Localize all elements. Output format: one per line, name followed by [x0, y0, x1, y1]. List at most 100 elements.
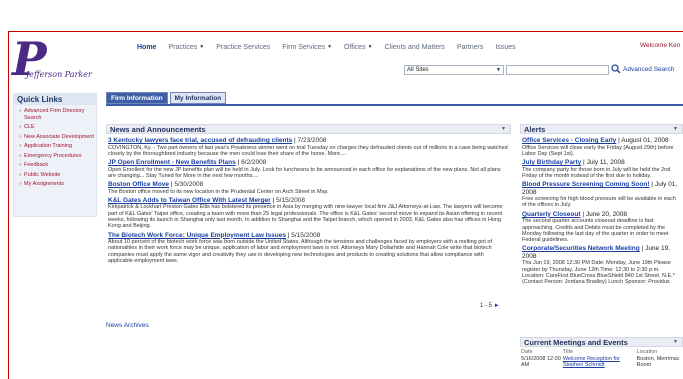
- alert-item-title[interactable]: Office Services - Closing Early: [522, 137, 616, 144]
- alert-item-body: Office Services will close early the Fri…: [522, 144, 674, 157]
- news-item-body: Kirkpatrick & Lockhart Preston Gates Ell…: [108, 204, 503, 230]
- news-item-date: 5/15/2008: [291, 231, 321, 239]
- meeting-location: Boston, Merrimac Room: [636, 356, 680, 368]
- nav-label: Issues: [495, 43, 516, 51]
- alerts-list: Office Services - Closing Early | August…: [520, 134, 683, 286]
- news-item-body: Open Enrollent for the new JP benefits p…: [108, 166, 501, 179]
- logo-text: Jefferson Parker: [26, 70, 92, 79]
- news-item-date: 5/15/2008: [276, 196, 305, 204]
- alert-item-title[interactable]: Quarterly Closeout: [522, 211, 581, 218]
- news-item: Boston Office Move | 5/30/2008 The Bosto…: [108, 181, 509, 195]
- news-item-body: COVINGTON, Ky. - Two part owners of last…: [108, 144, 508, 157]
- news-header: News and Announcements ▼: [106, 124, 511, 134]
- quick-link-item[interactable]: Application Training: [19, 143, 96, 150]
- alerts-panel: Alerts ▼ Office Services - Closing Early…: [520, 124, 683, 334]
- frame-left-border: [8, 31, 9, 379]
- news-item: JP Open Enrollment - New Benefits Plans …: [108, 159, 509, 179]
- news-item-title[interactable]: 3 Kentucky lawyers face trial, accused o…: [108, 137, 292, 144]
- caret-down-icon: ▼: [199, 44, 205, 50]
- column-header-location[interactable]: Location: [636, 348, 683, 356]
- quick-link-item[interactable]: Public Website: [19, 172, 96, 179]
- alert-item-date: June 20, 2008: [585, 210, 628, 218]
- nav-partners[interactable]: Partners: [457, 44, 483, 51]
- quick-link-item[interactable]: Emergency Procedures: [19, 153, 96, 160]
- alert-item-date: July 11, 2008: [586, 159, 625, 167]
- news-item-body: About 10 percent of the biotech work for…: [108, 239, 493, 265]
- quick-link-item[interactable]: My Assignments: [19, 181, 96, 188]
- alert-item: Quarterly Closeout | June 20, 2008 The s…: [522, 211, 681, 244]
- alert-item: July Birthday Party | July 11, 2008 The …: [522, 159, 681, 179]
- site-logo[interactable]: P Jefferson Parker: [12, 32, 112, 86]
- nav-label: Partners: [456, 43, 484, 51]
- news-item-body: The Boston office moved to its new locat…: [108, 188, 329, 195]
- table-row: 5/16/2008 12:00 AM Welcome Reception for…: [520, 356, 683, 368]
- news-item-title[interactable]: JP Open Enrollment - New Benefits Plans: [108, 159, 236, 166]
- nav-label: Clients and Matters: [384, 43, 445, 51]
- nav-firm-services[interactable]: Firm Services ▼: [282, 44, 332, 51]
- quick-link-item[interactable]: New Associate Development: [19, 134, 96, 141]
- alert-item-date: August 01, 2008: [621, 137, 669, 144]
- alert-item-title[interactable]: July Birthday Party: [522, 159, 581, 166]
- news-item-date: 5/30/2008: [174, 181, 204, 189]
- nav-practices[interactable]: Practices ▼: [168, 44, 204, 51]
- nav-clients-and-matters[interactable]: Clients and Matters: [385, 44, 445, 51]
- column-header-title[interactable]: Title: [562, 348, 636, 356]
- alert-item: Office Services - Closing Early | August…: [522, 137, 681, 157]
- caret-down-icon[interactable]: ▼: [673, 125, 678, 134]
- alert-item-body: Thu Jun 19, 2008 12:30 PM Date: Monday, …: [522, 260, 675, 286]
- alert-item: Corporate/Securities Network Meeting | J…: [522, 245, 681, 285]
- news-item: K&L Gates Adds to Taiwan Office With Lat…: [108, 197, 509, 230]
- tab-underline: [106, 104, 683, 106]
- nav-label: Firm Services: [282, 43, 326, 51]
- tab-my-information[interactable]: My Information: [169, 92, 227, 104]
- column-header-date[interactable]: Date: [520, 348, 562, 356]
- caret-down-icon[interactable]: ▼: [501, 125, 506, 134]
- quick-link-item[interactable]: CLE: [19, 124, 96, 131]
- alert-item-body: The company party for those born in July…: [522, 166, 671, 179]
- news-archives-link[interactable]: News Archives: [106, 322, 149, 329]
- alert-item-body: The second quarter accounts closeout dea…: [522, 218, 669, 244]
- alert-item-title[interactable]: Blood Pressure Screening Coming Soon!: [522, 181, 650, 188]
- frame-top-border: [8, 31, 683, 32]
- nav-label: Offices: [344, 43, 366, 51]
- alert-item-title[interactable]: Corporate/Securities Network Meeting: [522, 245, 640, 252]
- advanced-search-link[interactable]: Advanced Search: [623, 66, 674, 73]
- meeting-title-link[interactable]: Welcome Reception for Stephen Schmidt: [562, 356, 636, 368]
- nav-practice-services[interactable]: Practice Services: [216, 44, 270, 51]
- news-item: The Biotech Work Force: Unique Employmen…: [108, 232, 509, 265]
- next-page-icon[interactable]: ►: [494, 303, 500, 309]
- search-icon[interactable]: [611, 64, 621, 74]
- news-item-title[interactable]: K&L Gates Adds to Taiwan Office With Lat…: [108, 197, 271, 204]
- nav-label: Practices: [168, 43, 198, 51]
- search-scope-select[interactable]: All Sites ▼: [404, 65, 504, 75]
- caret-down-icon: ▼: [496, 67, 501, 73]
- caret-down-icon[interactable]: ▼: [673, 338, 678, 347]
- news-item-date: 7/23/2008: [297, 137, 327, 144]
- caret-down-icon: ▼: [327, 44, 333, 50]
- meetings-header: Current Meetings and Events ▼: [520, 337, 683, 347]
- nav-issues[interactable]: Issues: [495, 44, 515, 51]
- quick-link-item[interactable]: Feedback: [19, 162, 96, 169]
- alerts-title: Alerts: [524, 125, 546, 134]
- news-title: News and Announcements: [110, 125, 206, 134]
- tab-firm-information[interactable]: Firm Information: [106, 92, 168, 104]
- news-item-date: 6/2/2008: [241, 159, 267, 167]
- welcome-user-menu[interactable]: Welcome Ken: [640, 42, 680, 49]
- quick-links-panel: Quick Links Advanced Firm Directory Sear…: [13, 93, 97, 217]
- nav-label: Practice Services: [216, 43, 271, 51]
- alert-item-body: Free screening for high blood pressure w…: [522, 196, 676, 209]
- pager-range: 1 - 5: [480, 303, 493, 309]
- quick-link-item[interactable]: Advanced Firm Directory Search: [19, 108, 96, 121]
- news-item-title[interactable]: Boston Office Move: [108, 181, 169, 188]
- nav-home[interactable]: Home: [137, 44, 156, 51]
- meetings-table: Date Title Location 5/16/2008 12:00 AM W…: [520, 348, 683, 368]
- nav-label: Home: [137, 43, 157, 51]
- nav-offices[interactable]: Offices ▼: [344, 44, 373, 51]
- news-item-title[interactable]: The Biotech Work Force: Unique Employmen…: [108, 232, 286, 239]
- meeting-date: 5/16/2008 12:00 AM: [521, 356, 561, 368]
- caret-down-icon: ▼: [367, 44, 373, 50]
- news-item: 3 Kentucky lawyers face trial, accused o…: [108, 137, 508, 157]
- search-scope-value: All Sites: [407, 67, 429, 73]
- search-input[interactable]: [506, 65, 609, 75]
- news-pager: 1 - 5 ►: [480, 303, 500, 309]
